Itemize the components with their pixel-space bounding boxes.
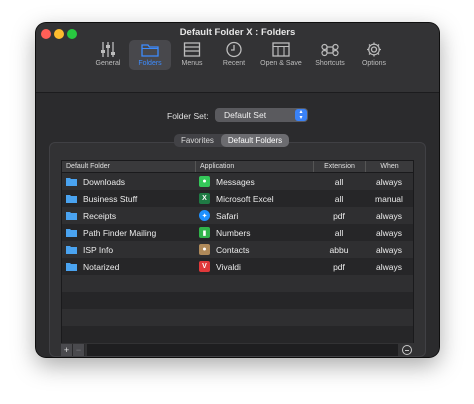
tab-open-save[interactable]: Open & Save <box>255 40 307 70</box>
preferences-window: Default Folder X : Folders General Folde… <box>36 23 439 357</box>
column-header-extension[interactable]: Extension <box>313 161 365 172</box>
table-header: Default Folder Application Extension Whe… <box>62 161 413 173</box>
sliders-icon <box>101 42 115 57</box>
minus-circle-icon <box>402 345 412 355</box>
safari-app-icon: ✦ <box>199 210 210 221</box>
tab-recent[interactable]: Recent <box>213 40 255 70</box>
table-row[interactable]: Business Stuff X Microsoft Excel all manu… <box>62 190 413 207</box>
tab-favorites[interactable]: Favorites <box>174 134 221 147</box>
table-row[interactable]: Downloads ● Messages all always <box>62 173 413 190</box>
tab-menus[interactable]: Menus <box>171 40 213 70</box>
tab-default-folders[interactable]: Default Folders <box>220 134 290 147</box>
empty-row <box>62 275 413 292</box>
column-header-application[interactable]: Application <box>195 161 313 172</box>
action-button[interactable] <box>400 344 414 356</box>
folder-set-label: Folder Set: <box>167 111 209 121</box>
default-folders-table: Default Folder Application Extension Whe… <box>61 160 414 343</box>
folder-icon <box>66 195 77 203</box>
table-body: Downloads ● Messages all always Business … <box>62 173 413 343</box>
table-row[interactable]: Receipts ✦ Safari pdf always <box>62 207 413 224</box>
tab-options[interactable]: Options <box>353 40 395 70</box>
menus-icon <box>183 42 201 57</box>
column-header-when[interactable]: When <box>365 161 413 172</box>
column-header-folder[interactable]: Default Folder <box>62 161 195 172</box>
toolbar: General Folders Menus Recent Open & Save… <box>87 40 395 88</box>
folder-icon <box>66 246 77 254</box>
remove-button[interactable]: − <box>73 344 85 356</box>
table-row[interactable]: Path Finder Mailing ▮ Numbers all always <box>62 224 413 241</box>
clock-icon <box>226 41 242 58</box>
filter-field[interactable] <box>87 344 398 356</box>
window-title: Default Folder X : Folders <box>179 27 296 38</box>
empty-row <box>62 309 413 326</box>
tab-shortcuts[interactable]: Shortcuts <box>307 40 353 70</box>
folder-icon <box>141 44 159 57</box>
table-row[interactable]: ISP Info ● Contacts abbu always <box>62 241 413 258</box>
command-icon <box>321 43 339 57</box>
empty-row <box>62 292 413 309</box>
folder-icon <box>66 212 77 220</box>
folder-set-popup[interactable]: Default Set ▴ ▾ <box>215 108 308 122</box>
add-button[interactable]: + <box>61 344 73 356</box>
table-bottom-bar: + − <box>61 344 414 356</box>
titlebar: Default Folder X : Folders General Folde… <box>36 23 439 93</box>
tab-general[interactable]: General <box>87 40 129 70</box>
table-row[interactable]: Notarized V Vivaldi pdf always <box>62 258 413 275</box>
open-save-icon <box>272 42 290 57</box>
folder-icon <box>66 229 77 237</box>
chevron-up-down-icon: ▴ ▾ <box>295 109 307 121</box>
vivaldi-app-icon: V <box>199 261 210 272</box>
folder-set-value: Default Set <box>224 110 267 120</box>
empty-row <box>62 326 413 343</box>
folder-icon <box>66 178 77 186</box>
gear-icon <box>367 42 381 57</box>
folders-pane: Folder Set: Default Set ▴ ▾ Favorites Def… <box>36 94 439 357</box>
segmented-control: Favorites Default Folders <box>174 134 290 147</box>
contacts-app-icon: ● <box>199 244 210 255</box>
folder-icon <box>66 263 77 271</box>
tab-folders[interactable]: Folders <box>129 40 171 70</box>
excel-app-icon: X <box>199 193 210 204</box>
numbers-app-icon: ▮ <box>199 227 210 238</box>
messages-app-icon: ● <box>199 176 210 187</box>
